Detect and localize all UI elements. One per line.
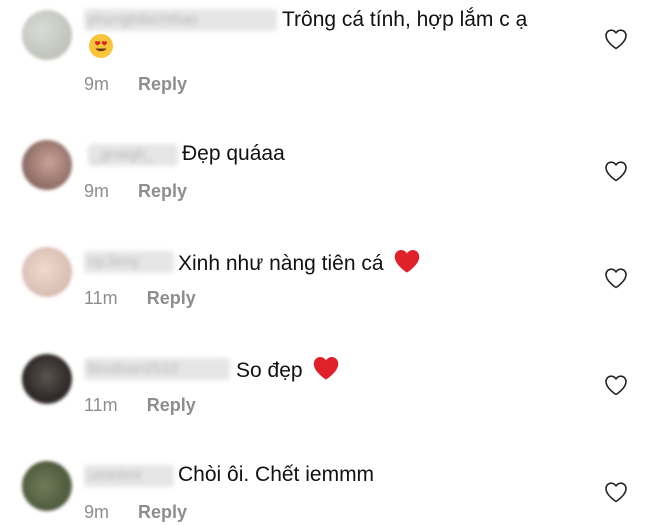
comment-item: _gnaigh_ Đẹp quáaa 9m Reply xyxy=(0,107,660,214)
avatar[interactable] xyxy=(22,354,72,404)
heart-outline-icon[interactable] xyxy=(604,28,628,50)
reply-button[interactable]: Reply xyxy=(138,74,187,95)
comment-text: Xinh như nàng tiên cá xyxy=(178,248,421,281)
heart-outline-icon[interactable] xyxy=(604,481,628,503)
reply-button[interactable]: Reply xyxy=(138,502,187,523)
red-heart-emoji xyxy=(312,355,340,388)
avatar[interactable] xyxy=(22,140,72,190)
comment-meta: 11m Reply xyxy=(84,395,196,416)
comment-text: So đẹp xyxy=(236,355,340,388)
heart-outline-icon[interactable] xyxy=(604,160,628,182)
comment-meta: 9m Reply xyxy=(84,502,187,523)
comment-meta: 9m Reply xyxy=(84,181,187,202)
comment-time: 11m xyxy=(84,395,118,415)
comment-text: Đẹp quáaa xyxy=(182,141,285,167)
comment-username[interactable]: np.lieny xyxy=(84,251,174,273)
reply-button[interactable]: Reply xyxy=(138,181,187,202)
comment-item: np.lieny Xinh như nàng tiên cá 11m Reply xyxy=(0,214,660,321)
heart-eyes-emoji xyxy=(88,33,114,64)
heart-outline-icon[interactable] xyxy=(604,267,628,289)
comment-meta: 11m Reply xyxy=(84,288,196,309)
comment-meta: 9m Reply xyxy=(84,74,187,95)
comment-username[interactable]: phunghibichthao xyxy=(84,9,277,31)
comment-time: 9m xyxy=(84,74,110,94)
comment-text-content: Đẹp quáaa xyxy=(182,142,285,165)
comment-username[interactable]: uminhnt xyxy=(84,465,174,487)
comment-text-content: Xinh như nàng tiên cá xyxy=(178,252,384,276)
comment-username[interactable]: lieudoan2510 xyxy=(84,358,230,380)
comment-time: 11m xyxy=(84,288,118,308)
comment-item: lieudoan2510 So đẹp 11m Reply xyxy=(0,321,660,428)
comment-text: Chòi ôi. Chết iemmm xyxy=(178,462,374,488)
avatar[interactable] xyxy=(22,10,72,60)
comment-time: 9m xyxy=(84,502,110,522)
comment-text: Trông cá tính, hợp lắm c ạ xyxy=(282,7,527,33)
avatar[interactable] xyxy=(22,461,72,511)
comment-text-content: Chòi ôi. Chết iemmm xyxy=(178,463,375,486)
comment-text-content: So đẹp xyxy=(236,359,303,383)
red-heart-emoji xyxy=(393,248,421,281)
comment-item: uminhnt Chòi ôi. Chết iemmm 9m Reply xyxy=(0,428,660,526)
avatar[interactable] xyxy=(22,247,72,297)
comment-time: 9m xyxy=(84,181,110,201)
reply-button[interactable]: Reply xyxy=(147,395,196,416)
comment-text-content: Trông cá tính, hợp lắm c ạ xyxy=(282,8,528,31)
comment-item: phunghibichthao Trông cá tính, hợp lắm c… xyxy=(0,0,660,107)
comment-username[interactable]: _gnaigh_ xyxy=(88,144,178,166)
reply-button[interactable]: Reply xyxy=(147,288,196,309)
heart-outline-icon[interactable] xyxy=(604,374,628,396)
